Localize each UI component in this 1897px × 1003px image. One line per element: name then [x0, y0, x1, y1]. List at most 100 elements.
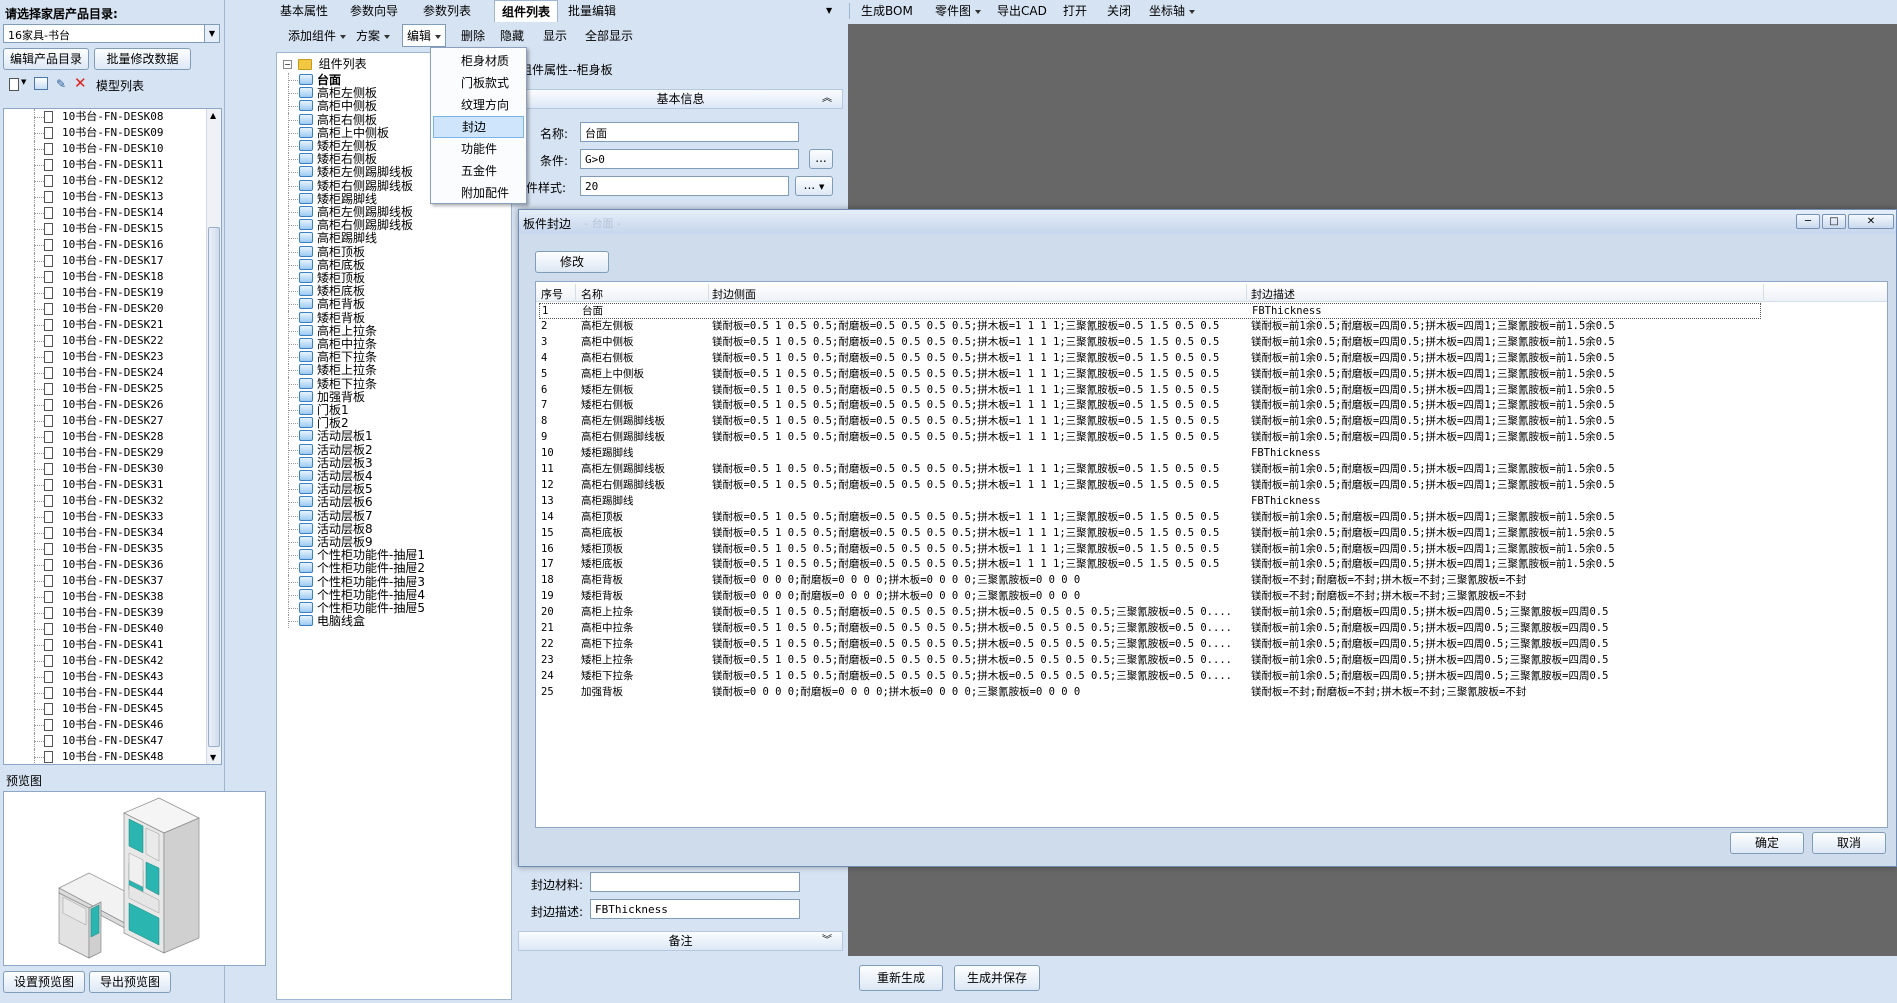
model-list-item[interactable]: 10书台-FN-DESK24 [4, 365, 207, 381]
tree-node[interactable]: 活动层板3 [277, 455, 511, 470]
show-all-button[interactable]: 全部显示 [585, 25, 633, 47]
model-list-item[interactable]: 10书台-FN-DESK47 [4, 733, 207, 749]
name-field[interactable]: 台面 [580, 122, 799, 142]
table-row[interactable]: 23 矮柜上拉条 镁耐板=0.5 1 0.5 0.5;耐磨板=0.5 0.5 0.5… [539, 653, 1761, 669]
delete-button[interactable]: 删除 [461, 25, 485, 47]
tree-node[interactable]: 个性柜功能件-抽屉2 [277, 561, 511, 576]
hide-button[interactable]: 隐藏 [500, 25, 524, 47]
generate-bom-button[interactable]: 生成BOM [861, 0, 913, 22]
axis-button[interactable]: 坐标轴 [1149, 0, 1195, 22]
edit-menu-item[interactable]: 五金件 [433, 160, 524, 182]
chevron-down-icon[interactable]: ▼ [204, 25, 219, 42]
style-field[interactable]: 20 [580, 176, 789, 196]
table-row[interactable]: 1 台面 FBThickness [539, 303, 1761, 319]
model-list-item[interactable]: 10书台-FN-DESK43 [4, 669, 207, 685]
model-list-item[interactable]: 10书台-FN-DESK14 [4, 205, 207, 221]
tree-node[interactable]: 高柜上拉条 [277, 323, 511, 338]
new-doc-icon[interactable] [9, 78, 19, 91]
tab-param-list[interactable]: 参数列表 [423, 0, 471, 22]
catalog-select[interactable]: 16家具-书台 ▼ [3, 24, 220, 43]
model-list-item[interactable]: 10书台-FN-DESK41 [4, 637, 207, 653]
copy-icon[interactable] [34, 77, 48, 90]
model-list-item[interactable]: 10书台-FN-DESK16 [4, 237, 207, 253]
table-row[interactable]: 21 高柜中拉条 镁耐板=0.5 1 0.5 0.5;耐磨板=0.5 0.5 0.5… [539, 621, 1761, 637]
edit-menu-item[interactable]: 功能件 [433, 138, 524, 160]
tree-node[interactable]: 活动层板4 [277, 469, 511, 483]
table-row[interactable]: 19 矮柜背板 镁耐板=0 0 0 0;耐磨板=0 0 0 0;拼木板=0 0 0 … [539, 589, 1761, 605]
model-list-item[interactable]: 10书台-FN-DESK34 [4, 525, 207, 541]
style-ellipsis-button[interactable]: ... ▼ [795, 176, 833, 196]
model-list-item[interactable]: 10书台-FN-DESK09 [4, 125, 207, 141]
model-list-item[interactable]: 10书台-FN-DESK39 [4, 605, 207, 621]
table-row[interactable]: 17 矮柜底板 镁耐板=0.5 1 0.5 0.5;耐磨板=0.5 0.5 0.5 … [539, 557, 1761, 573]
model-list-item[interactable]: 10书台-FN-DESK38 [4, 589, 207, 605]
basic-info-header[interactable]: 基本信息 ︽ [518, 89, 843, 109]
model-list-item[interactable]: 10书台-FN-DESK21 [4, 317, 207, 333]
tab-basic-props[interactable]: 基本属性 [280, 0, 328, 22]
tree-node[interactable]: 高柜右侧踢脚线板 [277, 218, 511, 233]
edit-icon[interactable]: ✎ [56, 77, 66, 91]
table-row[interactable]: 4 高柜右侧板 镁耐板=0.5 1 0.5 0.5;耐磨板=0.5 0.5 0.5 … [539, 351, 1761, 367]
maximize-icon[interactable]: □ [1822, 214, 1846, 229]
model-list-item[interactable]: 10书台-FN-DESK11 [4, 157, 207, 173]
table-row[interactable]: 5 高柜上中侧板 镁耐板=0.5 1 0.5 0.5;耐磨板=0.5 0.5 0.5… [539, 367, 1761, 383]
col-header-edge-side[interactable]: 封边侧面 [712, 286, 756, 302]
minimize-icon[interactable]: ─ [1796, 214, 1820, 229]
model-list-item[interactable]: 10书台-FN-DESK31 [4, 477, 207, 493]
model-list-item[interactable]: 10书台-FN-DESK18 [4, 269, 207, 285]
close-icon[interactable]: ✕ [1848, 214, 1894, 229]
model-list-item[interactable]: 10书台-FN-DESK08 [4, 109, 207, 125]
tree-node[interactable]: 个性柜功能件-抽屉5 [277, 601, 511, 615]
chevron-down-icon[interactable]: ▼ [826, 0, 832, 22]
model-list-item[interactable]: 10书台-FN-DESK42 [4, 653, 207, 669]
export-preview-button[interactable]: 导出预览图 [89, 971, 171, 993]
model-list-item[interactable]: 10书台-FN-DESK10 [4, 141, 207, 157]
model-list-item[interactable]: 10书台-FN-DESK40 [4, 621, 207, 637]
col-header-edge-desc[interactable]: 封边描述 [1251, 286, 1295, 302]
table-row[interactable]: 22 高柜下拉条 镁耐板=0.5 1 0.5 0.5;耐磨板=0.5 0.5 0.5… [539, 637, 1761, 653]
add-component-button[interactable]: 添加组件 [288, 25, 346, 47]
scroll-down-icon[interactable]: ▼ [210, 753, 216, 762]
table-row[interactable]: 25 加强背板 镁耐板=0 0 0 0;耐磨板=0 0 0 0;拼木板=0 0 0 … [539, 685, 1761, 701]
tree-node[interactable]: 高柜踢脚线 [277, 231, 511, 246]
model-list-item[interactable]: 10书台-FN-DESK27 [4, 413, 207, 429]
edge-desc-field[interactable]: FBThickness [590, 899, 800, 919]
part-drawing-button[interactable]: 零件图 [935, 0, 981, 22]
model-list-item[interactable]: 10书台-FN-DESK26 [4, 397, 207, 413]
tree-node[interactable]: 活动层板2 [277, 442, 511, 457]
model-list-item[interactable]: 10书台-FN-DESK46 [4, 717, 207, 733]
edit-menu-item[interactable]: 柜身材质 [433, 50, 524, 72]
delete-icon[interactable]: ✕ [74, 74, 87, 92]
table-row[interactable]: 13 高柜踢脚线 FBThickness [539, 494, 1761, 510]
notes-header[interactable]: 备注 ︾ [518, 931, 843, 951]
edit-menu-item[interactable]: 纹理方向 [433, 94, 524, 116]
open-button[interactable]: 打开 [1063, 0, 1087, 22]
modify-button[interactable]: 修改 [535, 251, 609, 273]
table-row[interactable]: 18 高柜背板 镁耐板=0 0 0 0;耐磨板=0 0 0 0;拼木板=0 0 0 … [539, 573, 1761, 589]
model-list-item[interactable]: 10书台-FN-DESK13 [4, 189, 207, 205]
model-list-item[interactable]: 10书台-FN-DESK37 [4, 573, 207, 589]
edit-catalog-button[interactable]: 编辑产品目录 [3, 48, 89, 70]
tree-node[interactable]: 高柜底板 [277, 257, 511, 272]
tree-node[interactable]: 加强背板 [277, 389, 511, 404]
tree-node[interactable]: 个性柜功能件-抽屉1 [277, 548, 511, 563]
table-row[interactable]: 10 矮柜踢脚线 FBThickness [539, 446, 1761, 462]
model-list-item[interactable]: 10书台-FN-DESK29 [4, 445, 207, 461]
table-row[interactable]: 7 矮柜右侧板 镁耐板=0.5 1 0.5 0.5;耐磨板=0.5 0.5 0.5 … [539, 398, 1761, 414]
ok-button[interactable]: 确定 [1730, 832, 1804, 854]
scheme-button[interactable]: 方案 [356, 25, 390, 47]
model-list-item[interactable]: 10书台-FN-DESK25 [4, 381, 207, 397]
tree-node[interactable]: 活动层板6 [277, 495, 511, 510]
col-header-index[interactable]: 序号 [541, 286, 563, 302]
table-row[interactable]: 3 高柜中侧板 镁耐板=0.5 1 0.5 0.5;耐磨板=0.5 0.5 0.5 … [539, 335, 1761, 351]
edit-menu-item[interactable]: 门板款式 [433, 72, 524, 94]
tree-node[interactable]: 矮柜底板 [277, 284, 511, 299]
tree-node[interactable]: 门板2 [277, 416, 511, 431]
table-row[interactable]: 14 高柜顶板 镁耐板=0.5 1 0.5 0.5;耐磨板=0.5 0.5 0.5 … [539, 510, 1761, 526]
show-button[interactable]: 显示 [543, 25, 567, 47]
tab-param-wizard[interactable]: 参数向导 [350, 0, 398, 22]
generate-save-button[interactable]: 生成并保存 [954, 965, 1040, 991]
scroll-thumb[interactable] [208, 227, 220, 747]
cond-ellipsis-button[interactable]: ... [809, 149, 833, 169]
cond-field[interactable]: G>0 [580, 149, 799, 169]
